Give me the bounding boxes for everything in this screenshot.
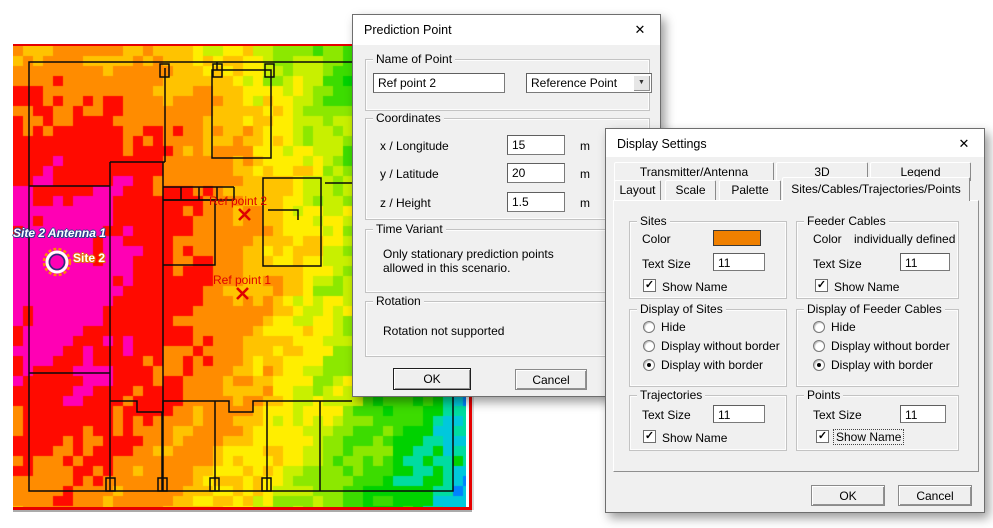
- feeder-show-name-label: Show Name: [834, 280, 899, 294]
- trajectories-label: Trajectories: [637, 388, 705, 402]
- y-latitude-input[interactable]: 20: [507, 163, 565, 183]
- points-group: Points Text Size 11 ✓ Show Name: [796, 395, 959, 451]
- trajectories-text-size-label: Text Size: [642, 408, 691, 422]
- prediction-point-titlebar[interactable]: Prediction Point ✕: [353, 15, 660, 45]
- close-icon[interactable]: ✕: [629, 21, 651, 39]
- point-type-value: Reference Point: [531, 76, 617, 90]
- display-of-sites-label: Display of Sites: [637, 302, 726, 316]
- sites-hide-label: Hide: [661, 320, 686, 334]
- display-settings-titlebar[interactable]: Display Settings ✕: [606, 129, 984, 157]
- sites-show-name-checkbox[interactable]: ✓: [643, 279, 656, 292]
- y-unit-label: m: [580, 167, 590, 181]
- points-show-name-checkbox[interactable]: ✓: [816, 430, 829, 443]
- feeder-display-without-border-label: Display without border: [831, 339, 950, 353]
- tab-layout[interactable]: Layout: [614, 180, 661, 200]
- z-unit-label: m: [580, 196, 590, 210]
- dialog-title: Prediction Point: [364, 23, 452, 37]
- display-of-feeder-label: Display of Feeder Cables: [804, 302, 945, 316]
- y-latitude-label: y / Latitude: [380, 167, 439, 181]
- x-unit-label: m: [580, 139, 590, 153]
- feeder-text-size-input[interactable]: 11: [900, 253, 950, 271]
- sites-hide-radio[interactable]: [643, 321, 655, 333]
- feeder-color-label: Color: [813, 232, 842, 246]
- x-longitude-label: x / Longitude: [380, 139, 449, 153]
- ref-point-1-label: Ref point 1: [213, 273, 271, 287]
- rotation-label: Rotation: [373, 294, 424, 308]
- site-antenna-label: Site 2 Antenna 1: [13, 226, 106, 240]
- point-name-input[interactable]: Ref point 2: [373, 73, 505, 93]
- sites-color-label: Color: [642, 232, 671, 246]
- feeder-display-with-border-radio[interactable]: [813, 359, 825, 371]
- z-height-label: z / Height: [380, 196, 431, 210]
- display-of-sites-group: Display of Sites Hide Display without bo…: [629, 309, 787, 387]
- tab-scale[interactable]: Scale: [665, 180, 716, 200]
- tab-sites-cables-trajectories-points[interactable]: Sites/Cables/Trajectories/Points: [782, 177, 970, 201]
- name-of-point-label: Name of Point: [373, 52, 455, 66]
- feeder-text-size-label: Text Size: [813, 257, 862, 271]
- points-text-size-label: Text Size: [813, 408, 862, 422]
- ok-button[interactable]: OK: [393, 368, 471, 390]
- cancel-button[interactable]: Cancel: [515, 369, 587, 390]
- x-longitude-input[interactable]: 15: [507, 135, 565, 155]
- sites-text-size-input[interactable]: 11: [713, 253, 765, 271]
- trajectories-group: Trajectories Text Size 11 ✓ Show Name: [629, 395, 787, 451]
- sites-group-label: Sites: [637, 214, 670, 228]
- points-text-size-input[interactable]: 11: [900, 405, 946, 423]
- trajectories-show-name-label: Show Name: [662, 431, 727, 445]
- sites-show-name-label: Show Name: [662, 280, 727, 294]
- trajectories-text-size-input[interactable]: 11: [713, 405, 765, 423]
- tab-transmitter-antenna[interactable]: Transmitter/Antenna: [614, 162, 774, 181]
- point-type-dropdown[interactable]: Reference Point ▼: [526, 73, 652, 93]
- site-name-label: Site 2: [73, 251, 105, 265]
- time-variant-label: Time Variant: [373, 222, 446, 236]
- feeder-hide-label: Hide: [831, 320, 856, 334]
- ok-button[interactable]: OK: [811, 485, 885, 506]
- sites-display-without-border-label: Display without border: [661, 339, 780, 353]
- name-of-point-group: Name of Point Ref point 2 Reference Poin…: [365, 59, 650, 111]
- time-variant-text-line1: Only stationary prediction points: [383, 247, 554, 261]
- tab-palette[interactable]: Palette: [719, 180, 781, 200]
- ref-point-2-label: Ref point 2: [209, 194, 267, 208]
- feeder-hide-radio[interactable]: [813, 321, 825, 333]
- cancel-button[interactable]: Cancel: [898, 485, 972, 506]
- coordinates-label: Coordinates: [373, 111, 444, 125]
- sites-text-size-label: Text Size: [642, 257, 691, 271]
- site-marker-icon[interactable]: [40, 245, 74, 279]
- sites-display-with-border-radio[interactable]: [643, 359, 655, 371]
- sites-color-swatch[interactable]: [713, 230, 761, 246]
- desktop: Site 2 Antenna 1 Site 2 Ref point 2 Ref …: [0, 0, 993, 528]
- chevron-down-icon[interactable]: ▼: [633, 75, 650, 91]
- feeder-display-without-border-radio[interactable]: [813, 340, 825, 352]
- feeder-color-value: individually defined: [854, 232, 955, 246]
- feeder-group-label: Feeder Cables: [804, 214, 889, 228]
- feeder-cables-group: Feeder Cables Color individually defined…: [796, 221, 959, 299]
- sites-display-without-border-radio[interactable]: [643, 340, 655, 352]
- feeder-show-name-checkbox[interactable]: ✓: [815, 279, 828, 292]
- dialog-title: Display Settings: [617, 137, 707, 151]
- display-of-feeder-cables-group: Display of Feeder Cables Hide Display wi…: [796, 309, 959, 387]
- ref-point-1-marker[interactable]: [235, 286, 250, 301]
- points-show-name-label: Show Name: [833, 429, 904, 445]
- time-variant-text-line2: allowed in this scenario.: [383, 261, 510, 275]
- sites-group: Sites Color Text Size 11 ✓ Show Name: [629, 221, 787, 299]
- rotation-text: Rotation not supported: [383, 324, 504, 338]
- display-settings-dialog: Display Settings ✕ Transmitter/Antenna 3…: [605, 128, 985, 513]
- trajectories-show-name-checkbox[interactable]: ✓: [643, 430, 656, 443]
- feeder-display-with-border-label: Display with border: [831, 358, 933, 372]
- close-icon[interactable]: ✕: [953, 135, 975, 153]
- z-height-input[interactable]: 1.5: [507, 192, 565, 212]
- sites-display-with-border-label: Display with border: [661, 358, 763, 372]
- ref-point-2-marker[interactable]: [237, 207, 252, 222]
- points-label: Points: [804, 388, 843, 402]
